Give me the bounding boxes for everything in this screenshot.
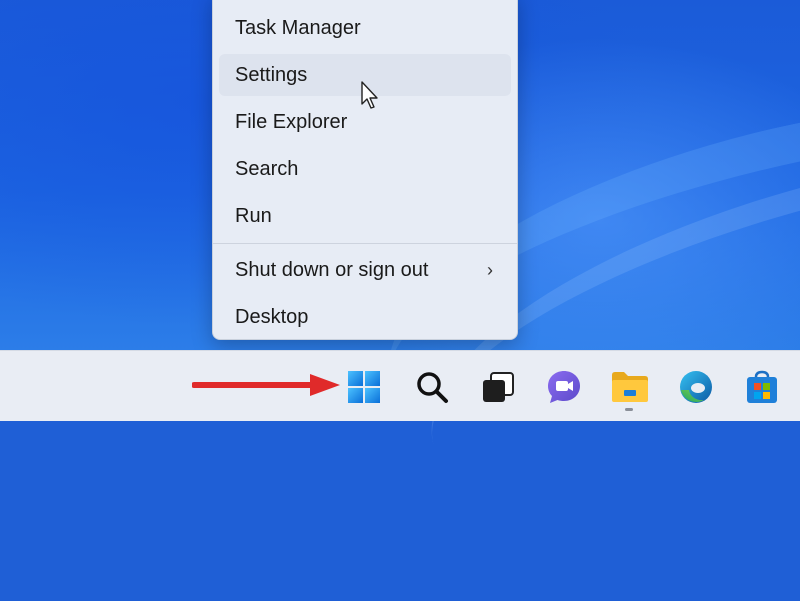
menu-item-label: File Explorer <box>235 110 348 133</box>
task-view-button[interactable] <box>476 365 520 409</box>
menu-item-run[interactable]: Run <box>219 195 511 237</box>
file-explorer-button[interactable] <box>608 365 652 409</box>
menu-item-label: Shut down or sign out <box>235 258 429 281</box>
menu-item-label: Search <box>235 157 299 180</box>
chevron-right-icon: › <box>487 260 493 280</box>
running-app-indicator <box>625 408 633 411</box>
red-arrow-annotation-icon <box>192 374 340 396</box>
store-button[interactable] <box>740 365 784 409</box>
menu-item-label: Settings <box>235 63 308 86</box>
edge-button[interactable] <box>674 365 718 409</box>
menu-item-desktop[interactable]: Desktop <box>219 296 511 338</box>
menu-item-search[interactable]: Search <box>219 148 511 190</box>
start-button[interactable] <box>342 365 386 409</box>
microsoft-store-icon <box>747 370 777 403</box>
teams-chat-icon <box>548 371 580 403</box>
menu-item-shut-down-or-sign-out[interactable]: Shut down or sign out › <box>219 249 511 291</box>
menu-item-label: Desktop <box>235 305 309 328</box>
magnifier-icon <box>417 372 448 403</box>
taskbar <box>0 350 800 421</box>
edge-browser-icon <box>680 371 712 403</box>
menu-item-label: Task Manager <box>235 16 361 39</box>
menu-separator <box>213 243 517 244</box>
menu-item-label: Run <box>235 204 272 227</box>
windows-logo-icon <box>348 371 380 403</box>
menu-item-task-manager[interactable]: Task Manager <box>219 7 511 49</box>
winx-context-menu: Task Manager Settings File Explorer Sear… <box>212 0 518 340</box>
chat-button[interactable] <box>542 365 586 409</box>
folder-icon <box>612 372 648 402</box>
task-view-icon <box>483 372 514 402</box>
mouse-pointer-icon <box>361 81 378 109</box>
search-button[interactable] <box>410 365 454 409</box>
